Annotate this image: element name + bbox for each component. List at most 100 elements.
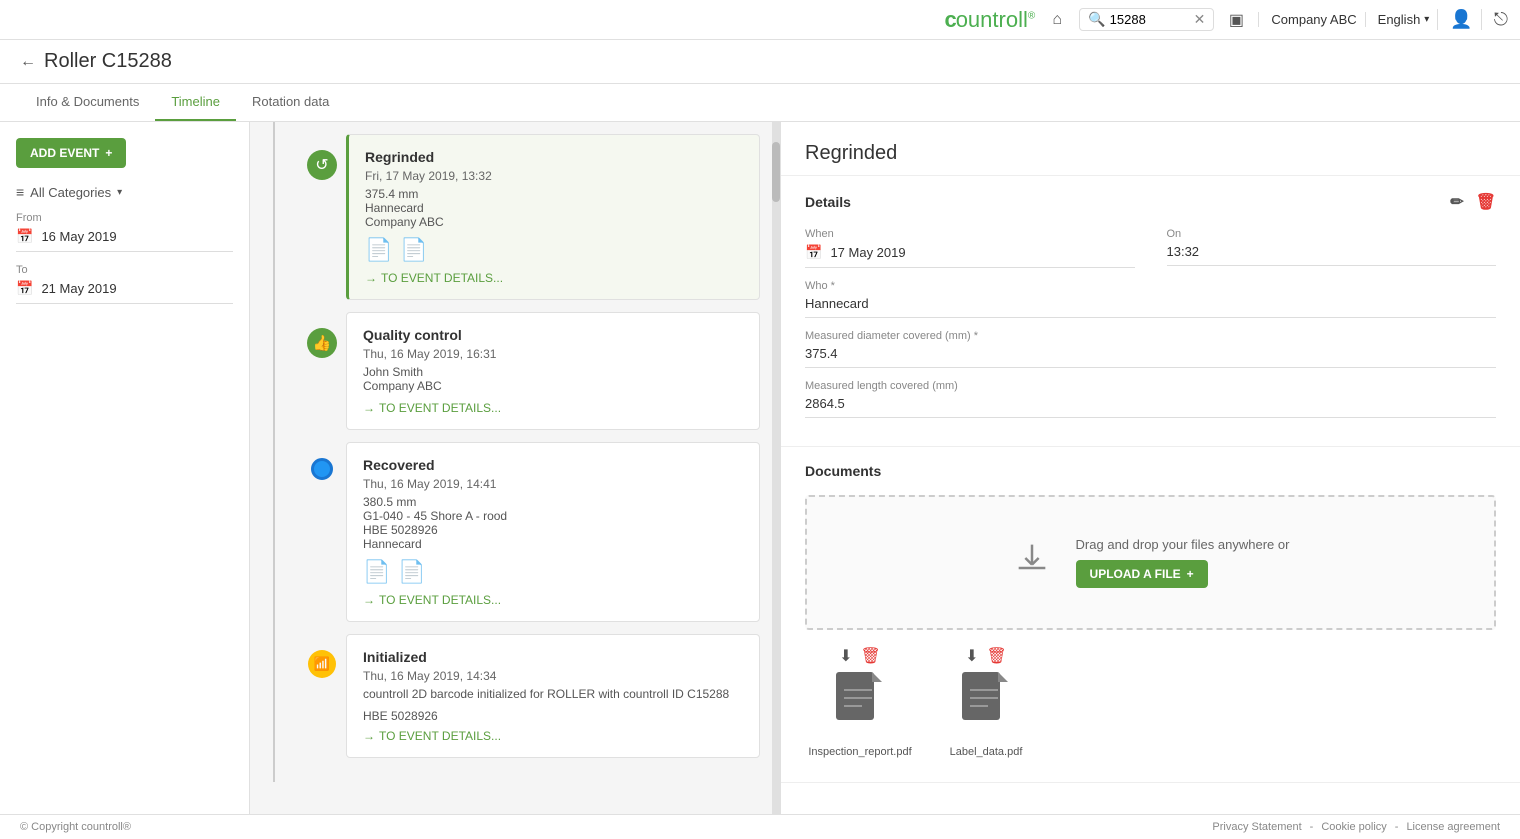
doc1-download-button[interactable]: ⬇ (839, 646, 852, 666)
category-filter[interactable]: ≡ All Categories ▾ (16, 184, 233, 200)
search-clear-icon[interactable]: ✕ (1194, 11, 1206, 28)
quality-control-event-card[interactable]: Quality control Thu, 16 May 2019, 16:31 … (346, 312, 760, 430)
drag-drop-text: Drag and drop your files anywhere or (1076, 537, 1290, 552)
who-value: Hannecard (805, 296, 1496, 318)
quality-control-company: Company ABC (363, 379, 743, 393)
details-section-title: Details ✏ 🗑 (805, 192, 1496, 212)
search-input[interactable] (1110, 12, 1190, 27)
logo-text: ountroll® (956, 7, 1036, 33)
documents-section: Documents Drag and drop your files anywh… (781, 447, 1520, 783)
doc1-actions: ⬇ 🗑 (839, 646, 881, 666)
company-name: Company ABC (1258, 12, 1356, 27)
language-chevron-icon: ▾ (1424, 14, 1429, 25)
regrinded-doc2-icon[interactable]: 📄 (400, 237, 427, 263)
diameter-label: Measured diameter covered (mm) * (805, 330, 1496, 342)
initialized-card[interactable]: Initialized Thu, 16 May 2019, 14:34 coun… (346, 634, 760, 758)
timeline-icon-regrinded: ↺ (298, 134, 346, 300)
upload-plus-icon: + (1187, 567, 1194, 581)
regrinded-card[interactable]: Regrinded Fri, 17 May 2019, 13:32 375.4 … (346, 134, 760, 300)
initialized-details-link[interactable]: TO EVENT DETAILS... (363, 729, 743, 743)
timeline-events: ↺ Regrinded Fri, 17 May 2019, 13:32 375.… (298, 122, 772, 782)
footer-separator-2: - (1395, 821, 1399, 833)
document-files: ⬇ 🗑 Inspection_report.pdf (805, 646, 1496, 766)
language-label: English (1378, 12, 1421, 27)
recovered-card[interactable]: Recovered Thu, 16 May 2019, 14:41 380.5 … (346, 442, 760, 622)
delete-button[interactable]: 🗑 (1476, 192, 1496, 212)
cookie-link[interactable]: Cookie policy (1321, 821, 1386, 833)
logout-icon[interactable]: ⎋ (1481, 9, 1508, 30)
right-panel: Regrinded Details ✏ 🗑 When 📅 17 May 2019 (780, 122, 1520, 829)
recovered-detail: G1-040 - 45 Shore A - rood (363, 509, 743, 523)
recovered-doc2-icon[interactable]: 📄 (398, 559, 425, 585)
doc1-filename: Inspection_report.pdf (808, 746, 911, 758)
regrinded-event-card[interactable]: Regrinded Fri, 17 May 2019, 13:32 375.4 … (346, 134, 760, 300)
right-panel-title: Regrinded (781, 122, 1520, 176)
tab-timeline[interactable]: Timeline (155, 84, 236, 121)
regrinded-doc1-icon[interactable]: 📄 (365, 237, 392, 263)
category-filter-label: All Categories (30, 185, 111, 200)
to-date-value[interactable]: 📅 21 May 2019 (16, 280, 233, 304)
recovered-measurement: 380.5 mm (363, 495, 743, 509)
recovered-event-card[interactable]: Recovered Thu, 16 May 2019, 14:41 380.5 … (346, 442, 760, 622)
page-header: ← Roller C15288 (0, 40, 1520, 84)
initialized-event-card[interactable]: Initialized Thu, 16 May 2019, 14:34 coun… (346, 634, 760, 758)
length-field: Measured length covered (mm) 2864.5 (805, 380, 1496, 418)
language-selector[interactable]: English ▾ (1365, 12, 1430, 27)
recovered-icon (311, 458, 333, 480)
timeline-scrollbar-thumb (772, 142, 780, 202)
diameter-value: 375.4 (805, 346, 1496, 368)
upload-file-button[interactable]: UPLOAD A FILE + (1076, 560, 1208, 588)
to-date-field: To 📅 21 May 2019 (16, 264, 233, 304)
timeline-scrollbar[interactable] (772, 122, 780, 829)
tab-rotation-data[interactable]: Rotation data (236, 84, 345, 121)
documents-section-title: Documents (805, 463, 1496, 479)
timeline-wrapper: ↺ Regrinded Fri, 17 May 2019, 13:32 375.… (250, 122, 780, 829)
regrinded-person: Hannecard (365, 201, 743, 215)
initialized-title: Initialized (363, 649, 743, 665)
recovered-docs: 📄 📄 (363, 559, 743, 585)
from-date-value[interactable]: 📅 16 May 2019 (16, 228, 233, 252)
recovered-person: Hannecard (363, 537, 743, 551)
who-field: Who * Hannecard (805, 280, 1496, 318)
back-button[interactable]: ← (20, 53, 36, 71)
file-drop-zone[interactable]: Drag and drop your files anywhere or UPL… (805, 495, 1496, 630)
regrinded-details-link[interactable]: TO EVENT DETAILS... (365, 271, 743, 285)
footer-links: Privacy Statement - Cookie policy - Lice… (1212, 821, 1500, 833)
to-label: To (16, 264, 233, 276)
add-event-button[interactable]: ADD EVENT + (16, 138, 126, 168)
from-label: From (16, 212, 233, 224)
when-date-text: 17 May 2019 (830, 245, 905, 260)
home-icon[interactable]: ⌂ (1043, 6, 1071, 34)
upload-label: UPLOAD A FILE (1090, 567, 1181, 581)
drop-icon (1012, 538, 1052, 587)
search-box[interactable]: 🔍 ✕ (1079, 8, 1214, 31)
quality-control-details-link[interactable]: TO EVENT DETAILS... (363, 401, 743, 415)
user-profile-icon[interactable]: 👤 (1437, 9, 1472, 30)
when-on-row: When 📅 17 May 2019 On 13:32 (805, 228, 1496, 268)
document-file-2: ⬇ 🗑 Label_data.pdf (931, 646, 1041, 758)
doc2-delete-button[interactable]: 🗑 (987, 646, 1007, 666)
doc2-download-button[interactable]: ⬇ (965, 646, 978, 666)
sidebar: ADD EVENT + ≡ All Categories ▾ From 📅 16… (0, 122, 250, 829)
tab-info-documents[interactable]: Info & Documents (20, 84, 155, 121)
timeline-item-recovered: Recovered Thu, 16 May 2019, 14:41 380.5 … (298, 442, 760, 622)
footer-separator-1: - (1310, 821, 1314, 833)
recovered-details-link[interactable]: TO EVENT DETAILS... (363, 593, 743, 607)
regrinded-date: Fri, 17 May 2019, 13:32 (365, 169, 743, 183)
license-link[interactable]: License agreement (1406, 821, 1500, 833)
recovered-doc1-icon[interactable]: 📄 (363, 559, 390, 585)
filter-lines-icon: ≡ (16, 184, 24, 200)
diameter-field: Measured diameter covered (mm) * 375.4 (805, 330, 1496, 368)
doc1-delete-button[interactable]: 🗑 (861, 646, 881, 666)
quality-control-card[interactable]: Quality control Thu, 16 May 2019, 16:31 … (346, 312, 760, 430)
when-value: 📅 17 May 2019 (805, 244, 1135, 268)
edit-button[interactable]: ✏ (1450, 192, 1463, 212)
top-navigation: c ountroll® ⌂ 🔍 ✕ ▣ Company ABC English … (0, 0, 1520, 40)
privacy-link[interactable]: Privacy Statement (1212, 821, 1301, 833)
when-label: When (805, 228, 1135, 240)
company-icon: ▣ (1222, 6, 1250, 34)
app-logo: c ountroll® (944, 7, 1035, 33)
initialized-desc: countroll 2D barcode initialized for ROL… (363, 687, 743, 701)
footer: © Copyright countroll® Privacy Statement… (0, 814, 1520, 839)
doc2-file-icon (960, 670, 1012, 742)
